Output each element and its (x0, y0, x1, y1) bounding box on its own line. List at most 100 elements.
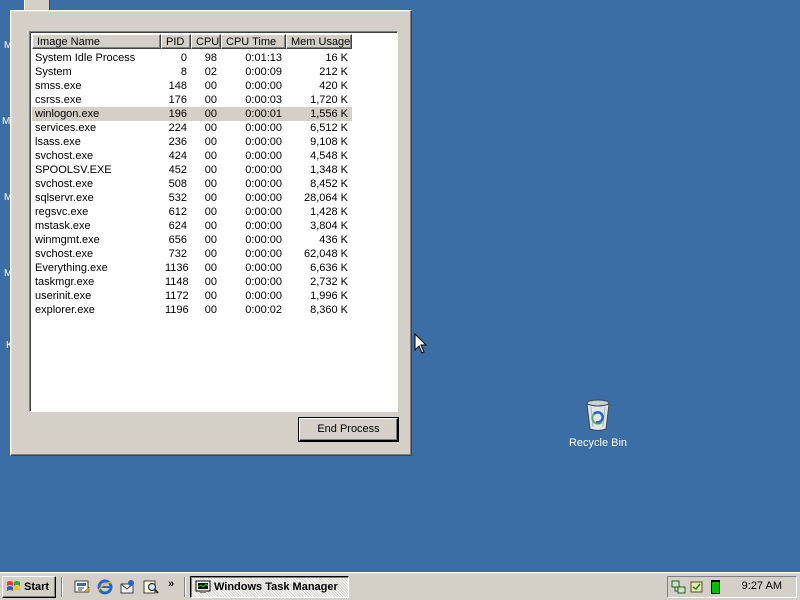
cell-pid: 532 (168, 192, 187, 204)
task-manager-icon (195, 580, 211, 593)
task-manager-window: Image Name PID CPU CPU Time Mem Usage System… (10, 10, 412, 456)
network-icon[interactable] (671, 579, 687, 595)
cell-cpu: 98 (204, 52, 217, 64)
column-header-cpu[interactable]: CPU (191, 34, 221, 49)
cell-time: 0:00:00 (245, 80, 282, 92)
taskbar-separator (61, 577, 63, 597)
cell-name: smss.exe (35, 80, 82, 92)
table-row[interactable]: explorer.exe 1196 00 0:00:02 8,360 K (32, 303, 352, 317)
process-rows: System Idle Process 0 98 0:01:13 16 K System 8… (32, 51, 352, 317)
table-row[interactable]: svchost.exe 424 00 0:00:00 4,548 K (32, 149, 352, 163)
cell-pid: 1172 (165, 290, 189, 302)
task-manager-cpu-icon[interactable] (708, 579, 724, 595)
end-process-button[interactable]: End Process (299, 418, 398, 441)
cell-mem: 8,452 K (310, 178, 348, 190)
column-header-name[interactable]: Image Name (32, 34, 161, 49)
windows-logo-icon (7, 581, 20, 591)
cell-cpu: 00 (204, 80, 217, 92)
cell-time: 0:00:00 (245, 164, 282, 176)
table-row[interactable]: System Idle Process 0 98 0:01:13 16 K (32, 51, 352, 65)
table-row[interactable]: svchost.exe 508 00 0:00:00 8,452 K (32, 177, 352, 191)
cell-mem: 212 K (319, 66, 348, 78)
cell-pid: 424 (168, 150, 187, 162)
cell-time: 0:00:00 (245, 136, 282, 148)
cell-name: svchost.exe (35, 248, 94, 260)
cell-time: 0:00:00 (245, 248, 282, 260)
cell-name: taskmgr.exe (35, 276, 95, 288)
cell-pid: 196 (168, 108, 187, 120)
table-row[interactable]: svchost.exe 732 00 0:00:00 62,048 K (32, 247, 352, 261)
start-label: Start (24, 581, 50, 593)
cell-mem: 28,064 K (303, 192, 348, 204)
cell-pid: 176 (168, 94, 187, 106)
cell-name: System (35, 66, 72, 78)
cell-time: 0:00:00 (245, 220, 282, 232)
cell-mem: 1,996 K (310, 290, 348, 302)
table-row[interactable]: userinit.exe 1172 00 0:00:00 1,996 K (32, 289, 352, 303)
cell-time: 0:00:00 (245, 178, 282, 190)
start-button[interactable]: Start (2, 576, 56, 598)
cell-pid: 0 (180, 52, 187, 64)
cell-mem: 2,732 K (310, 276, 348, 288)
show-desktop-icon[interactable] (74, 579, 90, 595)
recycle-bin-icon (586, 399, 610, 431)
taskbar: Start » Windows Task Manager 9:27 AM (0, 572, 800, 600)
cell-name: regsvc.exe (35, 206, 89, 218)
table-row[interactable]: regsvc.exe 612 00 0:00:00 1,428 K (32, 205, 352, 219)
cell-pid: 624 (168, 220, 187, 232)
cell-pid: 732 (168, 248, 187, 260)
table-row[interactable]: winlogon.exe 196 00 0:00:01 1,556 K (32, 107, 352, 121)
column-header-pid[interactable]: PID (161, 34, 191, 49)
cell-time: 0:00:00 (245, 290, 282, 302)
cell-name: Everything.exe (35, 262, 108, 274)
cell-cpu: 00 (204, 262, 217, 274)
cell-mem: 4,548 K (310, 150, 348, 162)
cell-time: 0:00:00 (245, 276, 282, 288)
table-row[interactable]: sqlservr.exe 532 00 0:00:00 28,064 K (32, 191, 352, 205)
cell-mem: 16 K (325, 52, 348, 64)
cell-name: csrss.exe (35, 94, 82, 106)
mouse-cursor-icon (414, 333, 428, 354)
cell-cpu: 00 (204, 304, 217, 316)
column-header-time[interactable]: CPU Time (221, 34, 286, 49)
cell-cpu: 00 (204, 108, 217, 120)
table-row[interactable]: taskmgr.exe 1148 00 0:00:00 2,732 K (32, 275, 352, 289)
quick-launch-more-button[interactable]: » (168, 578, 174, 590)
task-button-label: Windows Task Manager (214, 581, 338, 593)
cell-cpu: 00 (204, 192, 217, 204)
cell-cpu: 00 (204, 122, 217, 134)
table-row[interactable]: SPOOLSV.EXE 452 00 0:00:00 1,348 K (32, 163, 352, 177)
table-row[interactable]: lsass.exe 236 00 0:00:00 9,108 K (32, 135, 352, 149)
process-list[interactable]: Image Name PID CPU CPU Time Mem Usage System… (29, 31, 398, 412)
cell-cpu: 00 (204, 164, 217, 176)
cell-name: mstask.exe (35, 220, 91, 232)
cell-name: sqlservr.exe (35, 192, 94, 204)
cell-pid: 452 (168, 164, 187, 176)
table-row[interactable]: Everything.exe 1136 00 0:00:00 6,636 K (32, 261, 352, 275)
task-button-task-manager[interactable]: Windows Task Manager (190, 576, 349, 598)
cell-mem: 62,048 K (303, 248, 348, 260)
column-header-mem[interactable]: Mem Usage (286, 34, 352, 49)
table-row[interactable]: services.exe 224 00 0:00:00 6,512 K (32, 121, 352, 135)
table-row[interactable]: winmgmt.exe 656 00 0:00:00 436 K (32, 233, 352, 247)
table-row[interactable]: mstask.exe 624 00 0:00:00 3,804 K (32, 219, 352, 233)
cell-cpu: 00 (204, 234, 217, 246)
internet-explorer-icon[interactable] (97, 579, 113, 595)
cell-name: winmgmt.exe (35, 234, 100, 246)
cell-name: userinit.exe (35, 290, 92, 302)
cell-cpu: 00 (204, 276, 217, 288)
recycle-bin[interactable]: Recycle Bin (562, 398, 634, 449)
volume-icon[interactable] (689, 579, 705, 595)
clock: 9:27 AM (741, 580, 782, 592)
table-row[interactable]: System 8 02 0:00:09 212 K (32, 65, 352, 79)
table-row[interactable]: csrss.exe 176 00 0:00:03 1,720 K (32, 93, 352, 107)
cell-pid: 236 (168, 136, 187, 148)
table-row[interactable]: smss.exe 148 00 0:00:00 420 K (32, 79, 352, 93)
cell-time: 0:00:09 (245, 66, 282, 78)
cell-pid: 8 (180, 66, 187, 78)
search-icon[interactable] (143, 579, 159, 595)
cell-pid: 1196 (165, 304, 189, 316)
cell-pid: 224 (168, 122, 187, 134)
cell-time: 0:00:00 (245, 150, 282, 162)
outlook-express-icon[interactable] (120, 579, 136, 595)
